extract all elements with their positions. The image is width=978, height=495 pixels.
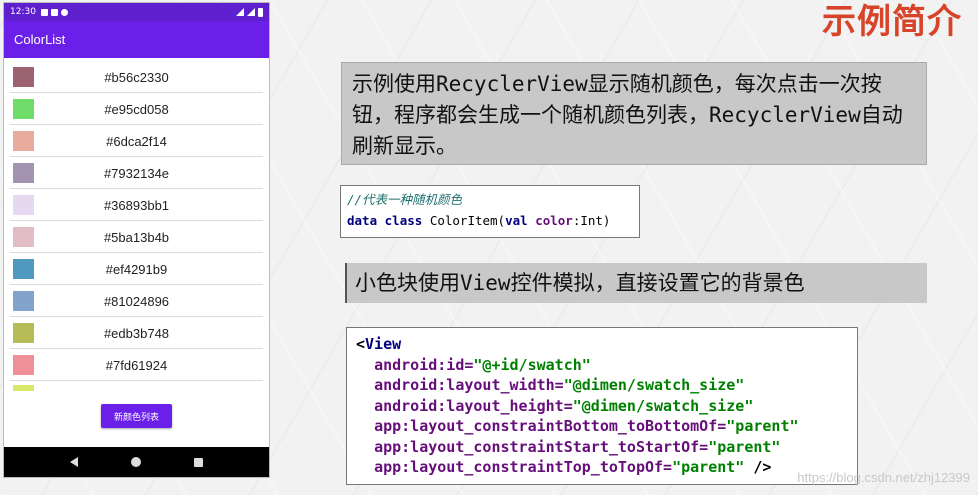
- sync-status-icon: [60, 8, 68, 16]
- status-time: 12:30: [10, 7, 36, 17]
- color-hex-label: #edb3b748: [103, 325, 170, 341]
- color-swatch: [13, 323, 34, 343]
- color-swatch: [13, 355, 34, 375]
- partial-color-swatch: [13, 385, 34, 391]
- color-swatch: [13, 291, 34, 311]
- color-hex-label: #36893bb1: [103, 197, 170, 213]
- color-swatch: [13, 131, 34, 151]
- notification-icons: [40, 8, 68, 16]
- back-icon[interactable]: [70, 457, 79, 467]
- description-box: 示例使用RecyclerView显示随机颜色，每次点击一次按钮，程序都会生成一个…: [341, 62, 927, 165]
- settings-status-icon: [40, 8, 48, 16]
- app-title: ColorList: [14, 32, 66, 47]
- recent-apps-icon[interactable]: [193, 457, 203, 467]
- xml-attribute-line: app:layout_constraintStart_toStartOf="pa…: [374, 437, 781, 456]
- code-snippet-view-xml: <View android:id="@+id/swatch" android:l…: [346, 327, 858, 485]
- color-swatch: [13, 195, 34, 215]
- color-hex-label: #b56c2330: [104, 69, 169, 85]
- color-hex-label: #e95cd058: [104, 101, 169, 117]
- color-hex-label: #81024896: [103, 293, 170, 309]
- phone-screen: 12:30 ColorList #b56c2330 #e95cd058 #6dca2…: [3, 2, 270, 478]
- watermark: https://blog.csdn.net/zhj12399: [797, 470, 970, 485]
- color-swatch: [13, 227, 34, 247]
- color-hex-label: #7fd61924: [105, 357, 168, 373]
- color-hex-label: #6dca2f14: [106, 133, 167, 149]
- list-item[interactable]: #ef4291b9: [4, 253, 269, 285]
- list-item[interactable]: #81024896: [4, 285, 269, 317]
- list-item[interactable]: #5ba13b4b: [4, 221, 269, 253]
- xml-attribute-line: app:layout_constraintBottom_toBottomOf="…: [374, 417, 799, 435]
- color-swatch: [13, 99, 34, 119]
- xml-attribute-line: android:layout_width="@dimen/swatch_size…: [374, 376, 745, 394]
- app-bar: ColorList: [4, 21, 269, 58]
- system-icons: [236, 7, 263, 17]
- navigation-bar: [4, 447, 269, 477]
- new-color-list-button[interactable]: 新颜色列表: [101, 404, 172, 428]
- color-swatch: [13, 163, 34, 183]
- xml-attribute-line: android:id="@+id/swatch": [374, 355, 591, 374]
- code-snippet-coloritem: //代表一种随机颜色 data class ColorItem(val colo…: [340, 185, 640, 238]
- color-hex-label: #ef4291b9: [105, 261, 168, 277]
- wifi-icon: [247, 8, 255, 16]
- xml-attribute-line: android:layout_height="@dimen/swatch_siz…: [374, 396, 754, 415]
- color-hex-label: #5ba13b4b: [103, 229, 170, 245]
- list-item[interactable]: #b56c2330: [4, 61, 269, 93]
- signal-icon: [236, 8, 244, 16]
- code-line: data class ColorItem(val color:Int): [347, 213, 611, 228]
- status-bar: 12:30: [4, 3, 269, 21]
- list-item[interactable]: #6dca2f14: [4, 125, 269, 157]
- list-item[interactable]: #e95cd058: [4, 93, 269, 125]
- xml-attribute-line: app:layout_constraintTop_toTopOf="parent…: [374, 458, 772, 476]
- note-box: 小色块使用View控件模拟，直接设置它的背景色: [345, 263, 927, 303]
- list-item[interactable]: #7fd61924: [4, 349, 269, 381]
- sim-status-icon: [50, 8, 58, 16]
- color-swatch: [13, 67, 34, 87]
- color-swatch: [13, 259, 34, 279]
- xml-open-tag: <View: [356, 335, 402, 353]
- list-item[interactable]: #7932134e: [4, 157, 269, 189]
- slide-title: 示例简介: [822, 2, 962, 42]
- list-item[interactable]: #edb3b748: [4, 317, 269, 349]
- code-comment: //代表一种随机颜色: [347, 192, 463, 207]
- home-icon[interactable]: [130, 457, 141, 467]
- list-item[interactable]: #36893bb1: [4, 189, 269, 221]
- color-list[interactable]: #b56c2330 #e95cd058 #6dca2f14 #7932134e #368…: [4, 61, 269, 391]
- color-hex-label: #7932134e: [103, 165, 170, 181]
- battery-icon: [258, 7, 263, 17]
